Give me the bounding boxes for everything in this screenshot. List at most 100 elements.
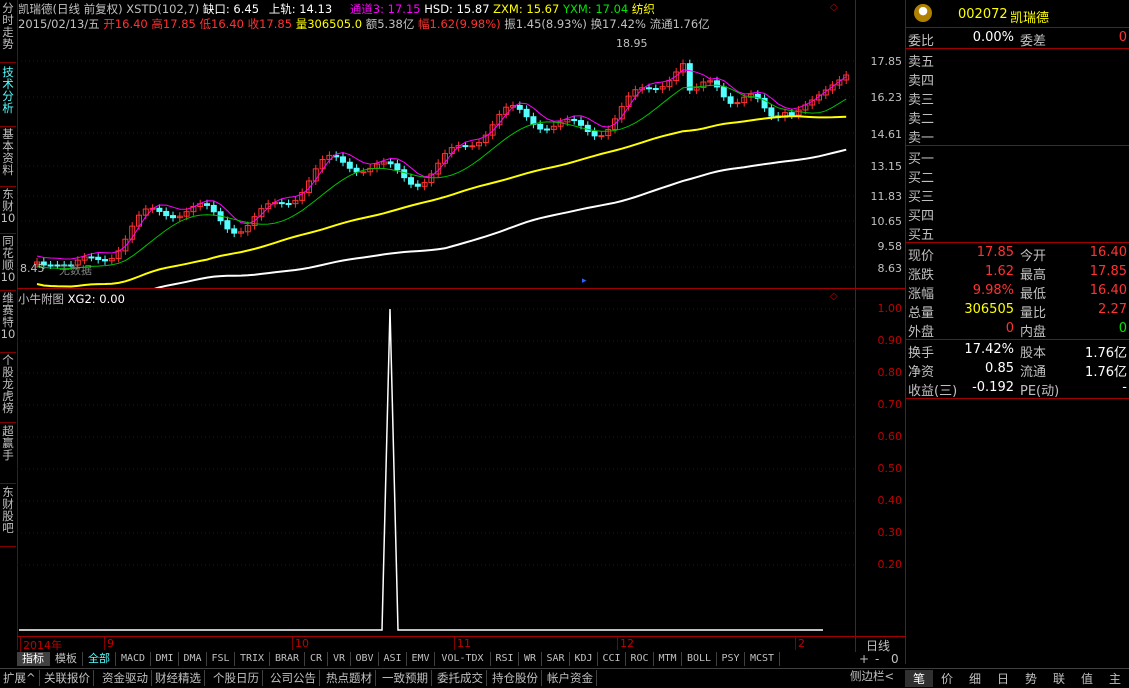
indicator-tab-cci[interactable]: CCI: [598, 652, 626, 666]
indicator-tab-sar[interactable]: SAR: [542, 652, 570, 666]
price-axis-label: 14.61: [870, 128, 903, 141]
indicator-tab-wr[interactable]: WR: [519, 652, 542, 666]
scroll-arrow-icon[interactable]: ▸: [582, 276, 587, 286]
indicator-tab-模板[interactable]: 模板: [50, 652, 83, 666]
quote-value: 16.40: [1089, 245, 1127, 260]
indicator-tab-asi[interactable]: ASI: [379, 652, 407, 666]
indicator-tab-vol-tdx[interactable]: VOL-TDX: [435, 652, 491, 666]
left-tab-4[interactable]: 同花顺10: [0, 233, 16, 291]
diamond-icon[interactable]: ◇: [830, 2, 838, 13]
indicator-tab-mtm[interactable]: MTM: [654, 652, 682, 666]
quote-label: 涨跌: [908, 268, 935, 283]
fund-value: 1.76亿: [1085, 365, 1127, 380]
function-button-0[interactable]: 扩展^: [3, 670, 40, 686]
right-tab-0[interactable]: 笔: [905, 670, 933, 687]
right-tab-2[interactable]: 细: [961, 670, 989, 687]
indicator-tab-cr[interactable]: CR: [305, 652, 328, 666]
side-bar-toggle[interactable]: 侧边栏<: [850, 668, 905, 687]
candle: [516, 104, 523, 110]
indicator-tab-fsl[interactable]: FSL: [207, 652, 235, 666]
stock-name: 凯瑞德: [1010, 11, 1050, 26]
left-tab-1[interactable]: 技术分析: [0, 64, 16, 127]
period-box[interactable]: 日线: [855, 636, 906, 653]
zoom-reset-button[interactable]: 0: [891, 652, 899, 666]
indicator-tab-dma[interactable]: DMA: [179, 652, 207, 666]
indicator-tab-trix[interactable]: TRIX: [235, 652, 270, 666]
sell-level-label: 卖三: [908, 93, 935, 108]
sub-axis-label: 0.40: [877, 494, 903, 507]
price-axis-label: 11.83: [870, 190, 903, 203]
candle: [95, 256, 102, 261]
function-button-4[interactable]: 个股日历: [213, 670, 263, 686]
fund-label: 股本: [1020, 346, 1047, 361]
fund-value: 0.85: [985, 361, 1014, 376]
candle: [360, 171, 367, 174]
sub-chart-panel[interactable]: 小牛附图 XG2: 0.00 ◇: [17, 288, 855, 637]
function-button-10[interactable]: 帐户资金: [547, 670, 597, 686]
function-button-9[interactable]: 持仓股份: [492, 670, 542, 686]
function-button-8[interactable]: 委托成交: [437, 670, 487, 686]
left-tab-6[interactable]: 个股龙虎榜: [0, 352, 16, 423]
left-tab-3[interactable]: 东财10: [0, 186, 16, 234]
indicator-tab-brar[interactable]: BRAR: [270, 652, 305, 666]
indicator-tab-macd[interactable]: MACD: [116, 652, 151, 666]
candle: [204, 203, 210, 206]
logo-icon: ●: [914, 4, 932, 22]
function-button-2[interactable]: 资金驱动: [102, 670, 152, 686]
buy-row: 买一: [906, 147, 1129, 167]
function-button-6[interactable]: 热点题材: [326, 670, 376, 686]
quote-value: 16.40: [1089, 283, 1127, 298]
candle: [88, 256, 95, 259]
indicator-tab-指标[interactable]: 指标: [17, 652, 50, 666]
indicator-tab-mcst[interactable]: MCST: [745, 652, 780, 666]
quote-label: 外盘: [908, 325, 935, 340]
right-tab-1[interactable]: 价: [933, 670, 961, 687]
right-tab-4[interactable]: 势: [1017, 670, 1045, 687]
date-axis: 2014年 9 10 11 12 2: [17, 636, 855, 653]
indicator-tab-dmi[interactable]: DMI: [151, 652, 179, 666]
right-tab-6[interactable]: 值: [1073, 670, 1101, 687]
ma-green: [36, 84, 847, 270]
quote-value: 2.27: [1098, 302, 1127, 317]
fund-label: 换手: [908, 346, 935, 361]
right-tab-7[interactable]: 主: [1101, 670, 1129, 687]
buy-level-label: 买三: [908, 190, 935, 205]
zoom-in-button[interactable]: +: [859, 652, 869, 666]
candle: [408, 177, 414, 185]
left-tab-5[interactable]: 维赛特10: [0, 290, 16, 353]
price-axis-label: 17.85: [870, 55, 903, 68]
function-button-3[interactable]: 财经精选: [155, 670, 205, 686]
right-tab-3[interactable]: 日: [989, 670, 1017, 687]
stock-code: 002072: [958, 7, 1008, 22]
indicator-tab-全部[interactable]: 全部: [83, 652, 116, 666]
left-tab-0[interactable]: 分时走势: [0, 0, 16, 63]
function-button-1[interactable]: 关联报价: [44, 670, 94, 686]
left-tab-2[interactable]: 基本资料: [0, 126, 16, 187]
right-tab-5[interactable]: 联: [1045, 670, 1073, 687]
sub-axis: 1.00 0.90 0.80 0.70 0.60 0.50 0.40 0.30 0.20: [855, 288, 906, 637]
date-tick: 11: [454, 637, 471, 650]
indicator-tab-boll[interactable]: BOLL: [682, 652, 717, 666]
sell-level-label: 卖二: [908, 112, 935, 127]
kline-chart-panel[interactable]: 凯瑞德(日线 前复权) XSTD(102,7) 缺口: 6.45 上轨: 14.…: [17, 0, 855, 288]
function-button-7[interactable]: 一致预期: [382, 670, 432, 686]
weicha-label: 委差: [1020, 34, 1047, 49]
left-tab-8[interactable]: 东财股吧: [0, 484, 16, 547]
indicator-tab-roc[interactable]: ROC: [626, 652, 654, 666]
left-tab-7[interactable]: 超赢手: [0, 423, 16, 484]
indicator-tab-rsi[interactable]: RSI: [491, 652, 519, 666]
indicator-tab-obv[interactable]: OBV: [351, 652, 379, 666]
indicator-tab-emv[interactable]: EMV: [407, 652, 435, 666]
indicator-tab-kdj[interactable]: KDJ: [570, 652, 598, 666]
candle: [727, 96, 734, 104]
candle: [652, 88, 659, 91]
sub-diamond-icon[interactable]: ◇: [830, 291, 838, 302]
sell-row: 卖四: [906, 69, 1129, 89]
zoom-out-button[interactable]: -: [875, 652, 879, 666]
indicator-tab-psy[interactable]: PSY: [717, 652, 745, 666]
price-axis-label: 13.15: [870, 160, 903, 173]
function-button-5[interactable]: 公司公告: [270, 670, 320, 686]
weibi-value: 0.00%: [972, 30, 1014, 45]
indicator-tab-vr[interactable]: VR: [328, 652, 351, 666]
quote-value: 9.98%: [972, 283, 1014, 298]
